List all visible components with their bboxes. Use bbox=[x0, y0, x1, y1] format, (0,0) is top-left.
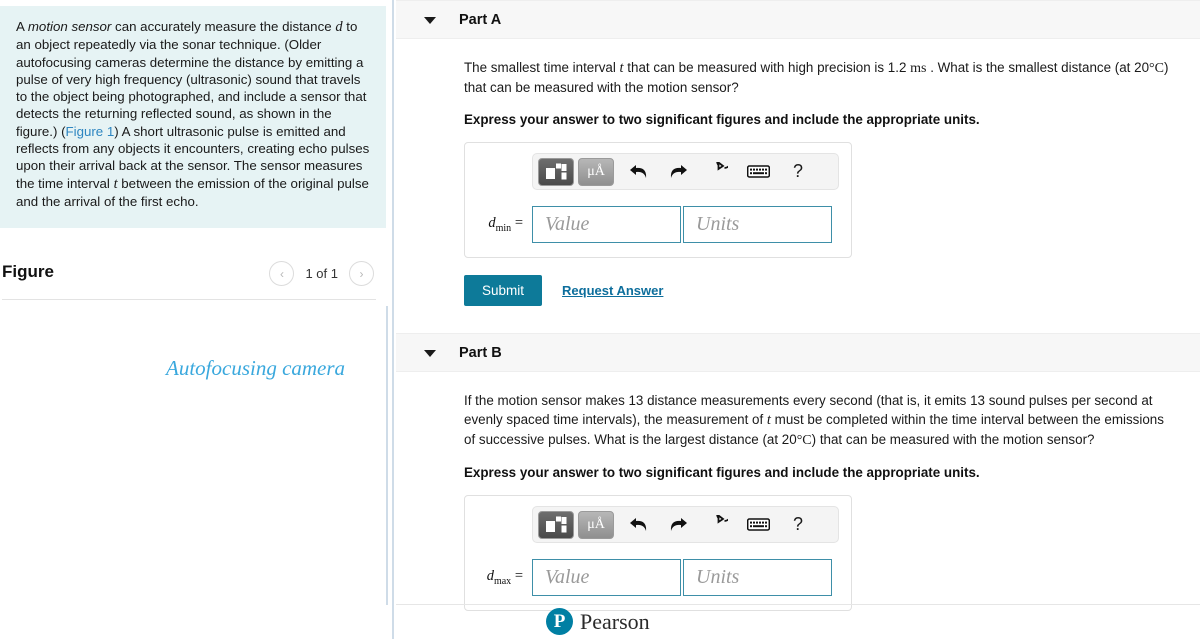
chevron-down-icon[interactable] bbox=[424, 17, 436, 24]
pearson-wordmark: Pearson bbox=[580, 608, 650, 634]
part-b-answer-variable: dmax = bbox=[477, 568, 532, 587]
part-b-label: Part B bbox=[459, 344, 502, 361]
pb-unit-celsius: °C bbox=[796, 433, 812, 448]
problem-seg-1: can accurately measure the distance bbox=[111, 19, 336, 34]
pa-equals: = bbox=[514, 215, 523, 232]
part-b-value-input[interactable] bbox=[532, 559, 681, 596]
undo-icon[interactable] bbox=[618, 511, 658, 539]
problem-emphasis-motion-sensor: motion sensor bbox=[27, 19, 112, 34]
part-b-instruction: Express your answer to two significant f… bbox=[464, 465, 980, 480]
reset-icon[interactable] bbox=[698, 158, 738, 186]
pearson-mark-icon: P bbox=[546, 608, 573, 635]
left-column: A motion sensor can accurately measure t… bbox=[0, 0, 394, 639]
figure-heading: Figure bbox=[2, 262, 54, 281]
figure-prev-button[interactable]: ‹ bbox=[269, 261, 295, 286]
pearson-logo: P Pearson bbox=[546, 608, 650, 635]
submit-button[interactable]: Submit bbox=[464, 275, 543, 306]
part-b-question-text: If the motion sensor makes 13 distance m… bbox=[464, 372, 1176, 450]
redo-icon[interactable] bbox=[658, 158, 698, 186]
figure-header: Figure ‹ 1 of 1 › bbox=[0, 255, 386, 301]
part-b-header[interactable]: Part B bbox=[396, 333, 1200, 372]
pa-dvar-sub: min bbox=[495, 222, 512, 234]
pb-dvar: d bbox=[486, 568, 494, 585]
help-icon[interactable]: ? bbox=[778, 158, 818, 186]
exercise-page: Constants|Periodic Table A motion sensor… bbox=[0, 0, 1200, 639]
pb-seg-3: ) that can be measured with the motion s… bbox=[811, 432, 1095, 447]
pb-equals: = bbox=[514, 568, 523, 585]
chevron-down-icon[interactable] bbox=[424, 350, 436, 357]
figure-1-link[interactable]: Figure 1 bbox=[66, 124, 115, 139]
part-b-answer-box: μÅ ? dmax = Value Units bbox=[464, 495, 852, 611]
pa-unit-celsius: °C bbox=[1149, 61, 1164, 76]
part-a-units-input[interactable] bbox=[683, 206, 832, 243]
figure-counter: 1 of 1 bbox=[305, 266, 338, 281]
figure-divider bbox=[2, 299, 376, 300]
pa-unit-ms: ms bbox=[910, 61, 927, 76]
part-a-input-row: dmin = bbox=[477, 206, 839, 243]
problem-statement-box: A motion sensor can accurately measure t… bbox=[0, 6, 386, 228]
problem-seg-2: to an object repeatedly via the sonar te… bbox=[16, 19, 367, 139]
part-a-answer-variable: dmin = bbox=[477, 215, 532, 234]
pa-seg-3: . What is the smallest distance (at 20 bbox=[926, 60, 1150, 75]
figure-navigation: ‹ 1 of 1 › bbox=[269, 261, 374, 286]
problem-seg-intro: A bbox=[16, 19, 28, 34]
part-b-answer-toolbar: μÅ ? bbox=[532, 506, 839, 543]
footer-divider bbox=[396, 604, 1200, 605]
greek-symbols-icon[interactable]: μÅ bbox=[578, 157, 614, 186]
greek-symbols-icon[interactable]: μÅ bbox=[578, 510, 614, 539]
part-a-actions: Submit Request Answer bbox=[464, 275, 1190, 306]
keyboard-icon[interactable] bbox=[738, 158, 778, 186]
autofocusing-camera-diagram bbox=[0, 306, 388, 605]
part-a-answer-box: μÅ ? dmin = Value Units bbox=[464, 142, 852, 258]
figure-next-button[interactable]: › bbox=[349, 261, 374, 286]
pa-seg-2: that can be measured with high precision… bbox=[623, 60, 911, 75]
pb-dvar-sub: max bbox=[493, 575, 512, 587]
help-icon[interactable]: ? bbox=[778, 511, 818, 539]
part-a-answer-toolbar: μÅ ? bbox=[532, 153, 839, 190]
part-a-instruction: Express your answer to two significant f… bbox=[464, 112, 980, 127]
template-chooser-icon[interactable] bbox=[538, 157, 574, 186]
part-a-body: The smallest time interval t that can be… bbox=[396, 39, 1200, 306]
problem-statement-text: A motion sensor can accurately measure t… bbox=[16, 18, 372, 210]
reset-icon[interactable] bbox=[698, 511, 738, 539]
problem-var-d: d bbox=[335, 19, 343, 35]
part-b-input-row: dmax = bbox=[477, 559, 839, 596]
right-column: Part A The smallest time interval t that… bbox=[396, 0, 1200, 639]
figure-panel[interactable]: Autofocusing camera bbox=[0, 306, 388, 605]
pa-seg-1: The smallest time interval bbox=[464, 60, 620, 75]
part-b-body: If the motion sensor makes 13 distance m… bbox=[396, 372, 1200, 611]
pa-dvar: d bbox=[488, 215, 496, 232]
redo-icon[interactable] bbox=[658, 511, 698, 539]
part-a-question-text: The smallest time interval t that can be… bbox=[464, 39, 1176, 97]
undo-icon[interactable] bbox=[618, 158, 658, 186]
template-chooser-icon[interactable] bbox=[538, 510, 574, 539]
request-answer-link[interactable]: Request Answer bbox=[562, 283, 663, 298]
part-a-header[interactable]: Part A bbox=[396, 0, 1200, 39]
part-a-label: Part A bbox=[459, 11, 502, 28]
keyboard-icon[interactable] bbox=[738, 511, 778, 539]
part-a-value-input[interactable] bbox=[532, 206, 681, 243]
part-b-units-input[interactable] bbox=[683, 559, 832, 596]
